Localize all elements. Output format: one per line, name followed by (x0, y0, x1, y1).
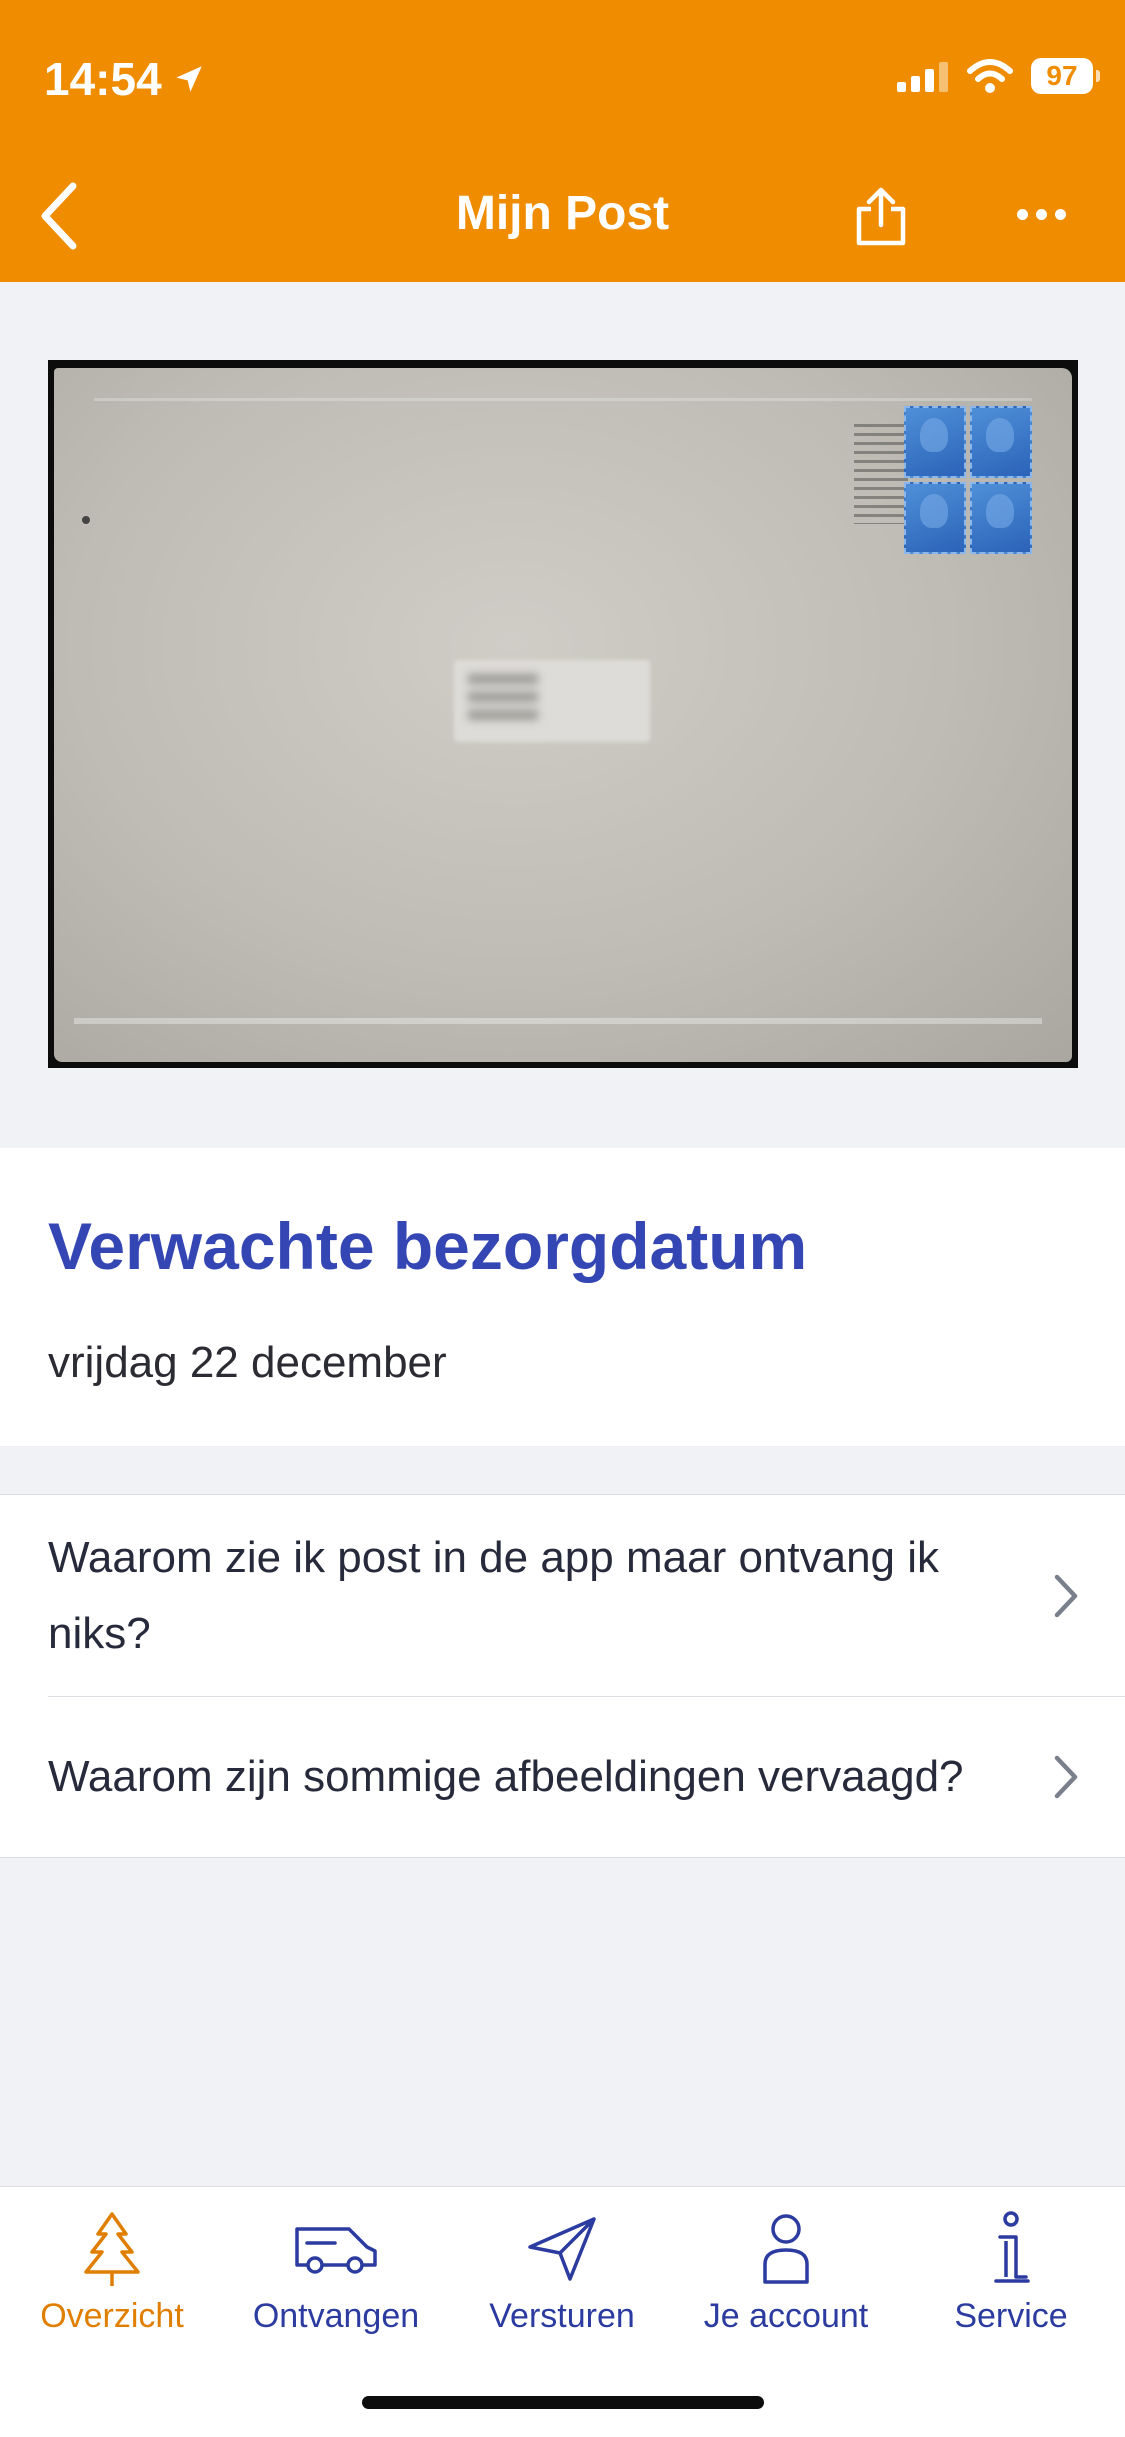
share-button[interactable] (846, 182, 916, 252)
blurred-address (454, 660, 650, 742)
status-time-text: 14:54 (44, 53, 162, 105)
envelope-paper (54, 368, 1072, 1062)
van-icon (295, 2227, 377, 2274)
tab-ontvangen[interactable]: Ontvangen (236, 2207, 436, 2336)
tab-label: Ontvangen (252, 2297, 420, 2335)
tab-label: Overzicht (40, 2297, 184, 2335)
page-title: Mijn Post (455, 187, 670, 240)
tab-label: Versturen (489, 2297, 635, 2335)
paper-plane-icon (528, 2217, 596, 2281)
tab-je-account[interactable]: Je account (686, 2207, 886, 2336)
battery-indicator: 97 (1031, 58, 1100, 94)
chevron-right-icon (1054, 1755, 1078, 1799)
faq-item-label: Waarom zijn sommige afbeeldingen vervaag… (48, 1752, 964, 1801)
tab-label: Service (954, 2297, 1068, 2335)
tab-overzicht[interactable]: Overzicht (12, 2207, 212, 2336)
home-indicator[interactable] (362, 2396, 764, 2409)
faq-item-blurred-images[interactable]: Waarom zijn sommige afbeeldingen vervaag… (0, 1697, 1125, 1857)
stamps (904, 406, 1032, 554)
delivery-date-card: Verwachte bezorgdatum vrijdag 22 decembe… (0, 1148, 1125, 1446)
tab-versturen[interactable]: Versturen (462, 2207, 662, 2336)
faq-list: Waarom zie ik post in de app maar ontvan… (0, 1494, 1125, 1858)
info-icon (994, 2211, 1030, 2283)
status-time: 14:54 (44, 52, 206, 106)
tree-icon (84, 2212, 140, 2286)
tab-service[interactable]: Service (911, 2207, 1111, 2336)
status-indicators: 97 (897, 58, 1100, 94)
mail-item-image[interactable] (48, 360, 1078, 1068)
faq-item-label: Waarom zie ik post in de app maar ontvan… (48, 1533, 940, 1658)
more-icon (1016, 208, 1028, 220)
wifi-icon (967, 59, 1013, 93)
delivery-date: vrijdag 22 december (48, 1338, 447, 1387)
faq-item-missing-post[interactable]: Waarom zie ik post in de app maar ontvan… (0, 1495, 1125, 1697)
postmark (854, 424, 908, 524)
tab-label: Je account (703, 2297, 869, 2335)
signal-icon (897, 62, 948, 92)
location-arrow-icon (175, 66, 202, 92)
delivery-heading: Verwachte bezorgdatum (48, 1209, 808, 1283)
more-options-button[interactable] (1006, 194, 1076, 234)
person-icon (763, 2214, 809, 2284)
share-icon (856, 187, 906, 246)
app-header: 14:54 97 Mijn Post (0, 0, 1125, 282)
chevron-right-icon (1054, 1574, 1078, 1618)
battery-level: 97 (1046, 60, 1078, 91)
